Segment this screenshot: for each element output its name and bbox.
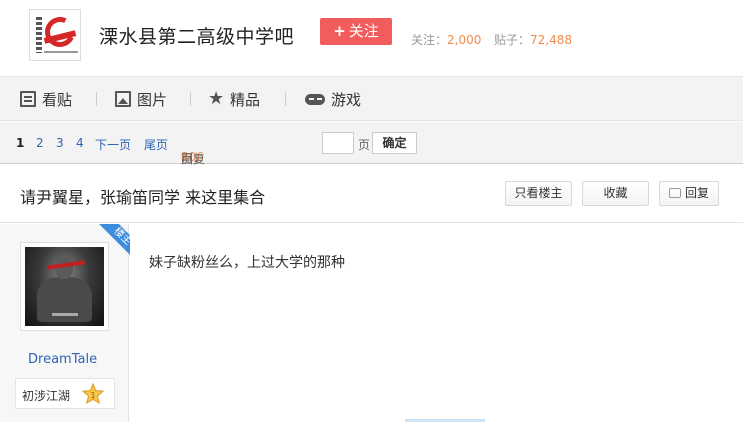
page-current: 1 <box>16 136 25 150</box>
page-link-3[interactable]: 3 <box>56 136 64 150</box>
level-star-icon: 1 <box>82 383 104 405</box>
forum-name[interactable]: 溧水县第二高级中学吧 <box>99 22 294 49</box>
nav-divider <box>190 92 191 106</box>
follow-label: 关注 <box>348 22 379 40</box>
collect-button[interactable]: 收藏 <box>582 181 649 206</box>
image-icon <box>115 91 131 107</box>
page-unit-label: 页 <box>358 138 371 152</box>
last-page-link[interactable]: 尾页 <box>144 136 168 153</box>
only-op-button[interactable]: 只看楼主 <box>505 181 572 206</box>
nav-item-featured[interactable]: ★ 精品 <box>208 89 260 109</box>
level-number: 1 <box>90 391 95 400</box>
follow-button[interactable]: + 关注 <box>320 18 392 45</box>
plus-icon: + <box>333 22 346 40</box>
op-ribbon-label: 楼主 <box>95 224 130 264</box>
nav-divider <box>96 92 97 106</box>
post-count: 贴子：72,488 <box>494 33 573 47</box>
page-link-4[interactable]: 4 <box>76 136 84 150</box>
forum-nav: 看贴 图片 ★ 精品 游戏 <box>0 76 743 121</box>
nav-divider <box>285 92 286 106</box>
comment-icon <box>668 188 681 198</box>
next-page-link[interactable]: 下一页 <box>95 136 131 153</box>
follow-count: 关注：2,000 <box>411 33 482 47</box>
post-floor: DreamTale 初涉江湖 1 楼主 妹子缺粉丝么，上过大学的那种 <box>0 224 743 422</box>
pagination: 1 2 3 4 下一页 尾页 106回复贴，共4页，跳到 页 确定 <box>0 122 743 200</box>
page-jump-input[interactable] <box>322 132 354 154</box>
user-level[interactable]: 初涉江湖 1 <box>15 378 115 409</box>
reply-button[interactable]: 回复 <box>659 181 719 206</box>
op-ribbon: 楼主 <box>90 224 130 264</box>
thread-title-bar: 请尹翼星，张瑜笛同学 来这里集合 只看楼主 收藏 回复 <box>0 165 743 223</box>
confirm-jump-button[interactable]: 确定 <box>372 132 417 154</box>
page-link-2[interactable]: 2 <box>36 136 44 150</box>
nav-item-posts[interactable]: 看贴 <box>20 89 72 109</box>
thread-title: 请尹翼星，张瑜笛同学 来这里集合 <box>20 188 266 207</box>
level-name: 初涉江湖 <box>22 389 71 403</box>
nav-item-images[interactable]: 图片 <box>115 89 167 109</box>
post-content: 妹子缺粉丝么，上过大学的那种 <box>149 255 345 271</box>
forum-header: 溧水县第二高级中学吧 + 关注 关注：2,000 贴子：72,488 <box>0 0 743 76</box>
school-seal-icon <box>32 12 80 58</box>
author-panel: DreamTale 初涉江湖 1 楼主 <box>0 224 130 422</box>
forum-logo[interactable] <box>29 9 81 61</box>
author-name[interactable]: DreamTale <box>28 352 97 367</box>
nav-item-games[interactable]: 游戏 <box>305 89 361 109</box>
star-icon: ★ <box>208 88 225 109</box>
document-icon <box>20 91 36 107</box>
gamepad-icon <box>305 91 325 107</box>
